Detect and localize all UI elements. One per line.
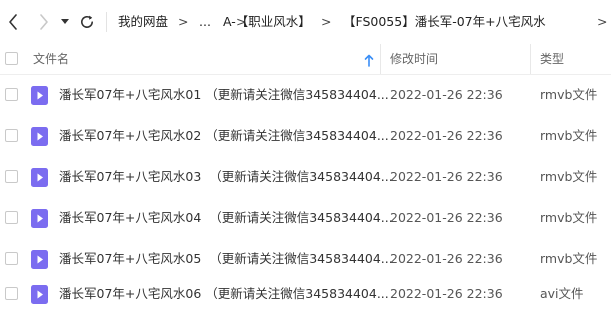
nav-divider (106, 12, 107, 32)
file-type: rmvb文件 (540, 251, 598, 266)
arrow-up-icon[interactable] (364, 52, 374, 71)
breadcrumb-current-folder[interactable]: 【FS0055】潘长军-07年+八宅风水 (343, 13, 546, 31)
file-modified-time: 2022-01-26 22:36 (390, 286, 503, 301)
file-name[interactable]: 潘长军07年+八宅风水04 （更新请关注微信345834404... (59, 209, 393, 227)
file-name[interactable]: 潘长军07年+八宅风水02 （更新请关注微信345834404... (59, 127, 389, 145)
caret-down-icon (61, 19, 69, 25)
file-row[interactable]: 潘长军07年+八宅风水06 （更新请关注微信345834404... 2022-… (0, 273, 611, 314)
column-divider[interactable] (530, 44, 531, 74)
file-modified-time: 2022-01-26 22:36 (390, 169, 503, 184)
row-checkbox[interactable] (5, 287, 18, 300)
refresh-button[interactable] (76, 10, 98, 34)
file-type: rmvb文件 (540, 210, 598, 225)
row-checkbox[interactable] (5, 129, 18, 142)
file-row[interactable]: 潘长军07年+八宅风水04 （更新请关注微信345834404... 2022-… (0, 197, 611, 238)
refresh-icon (79, 14, 95, 30)
file-row[interactable]: 潘长军07年+八宅风水01 （更新请关注微信345834404... 2022-… (0, 74, 611, 115)
chevron-left-icon (8, 14, 18, 30)
file-name[interactable]: 潘长军07年+八宅风水01 （更新请关注微信345834404... (59, 86, 389, 104)
file-list-header: 文件名 修改时间 类型 (0, 44, 611, 75)
file-name[interactable]: 潘长军07年+八宅风水06 （更新请关注微信345834404... (59, 285, 389, 303)
file-modified-time: 2022-01-26 22:36 (390, 251, 503, 266)
chevron-right-icon (39, 14, 49, 30)
file-name[interactable]: 潘长军07年+八宅风水05 （更新请关注微信345834404... (59, 250, 393, 268)
file-modified-time: 2022-01-26 22:36 (390, 128, 503, 143)
video-file-icon (31, 168, 48, 187)
file-modified-time: 2022-01-26 22:36 (390, 210, 503, 225)
row-checkbox[interactable] (5, 211, 18, 224)
video-file-icon (31, 127, 48, 146)
column-header-modified[interactable]: 修改时间 (390, 51, 438, 67)
file-type: rmvb文件 (540, 169, 598, 184)
breadcrumb-separator: > (178, 14, 189, 29)
navigation-bar: 我的网盘 > ... > A-【职业风水】 > 【FS0055】潘长军-07年+… (0, 0, 611, 44)
breadcrumb-separator: > (321, 14, 332, 29)
breadcrumb-my-drive[interactable]: 我的网盘 (118, 13, 168, 31)
column-divider[interactable] (380, 44, 381, 74)
file-browser: 我的网盘 > ... > A-【职业风水】 > 【FS0055】潘长军-07年+… (0, 0, 611, 314)
file-type: avi文件 (540, 286, 584, 301)
video-file-icon (31, 250, 48, 269)
video-file-icon (31, 209, 48, 228)
forward-button[interactable] (33, 10, 55, 34)
file-row[interactable]: 潘长军07年+八宅风水02 （更新请关注微信345834404... 2022-… (0, 115, 611, 156)
row-checkbox[interactable] (5, 170, 18, 183)
row-checkbox[interactable] (5, 252, 18, 265)
history-dropdown-button[interactable] (56, 10, 74, 34)
breadcrumb-separator: > (597, 14, 608, 29)
breadcrumb-ellipsis[interactable]: ... (199, 13, 211, 31)
select-all-checkbox[interactable] (5, 52, 18, 65)
file-row[interactable]: 潘长军07年+八宅风水03 （更新请关注微信345834404... 2022-… (0, 156, 611, 197)
row-checkbox[interactable] (5, 88, 18, 101)
file-modified-time: 2022-01-26 22:36 (390, 87, 503, 102)
video-file-icon (31, 86, 48, 105)
back-button[interactable] (2, 10, 24, 34)
file-type: rmvb文件 (540, 87, 598, 102)
column-header-type[interactable]: 类型 (540, 51, 564, 67)
file-name[interactable]: 潘长军07年+八宅风水03 （更新请关注微信345834404... (59, 168, 393, 186)
breadcrumb-career-fengshui[interactable]: A-【职业风水】 (223, 13, 311, 31)
video-file-icon (31, 285, 48, 304)
file-type: rmvb文件 (540, 128, 598, 143)
column-header-name[interactable]: 文件名 (33, 51, 69, 67)
